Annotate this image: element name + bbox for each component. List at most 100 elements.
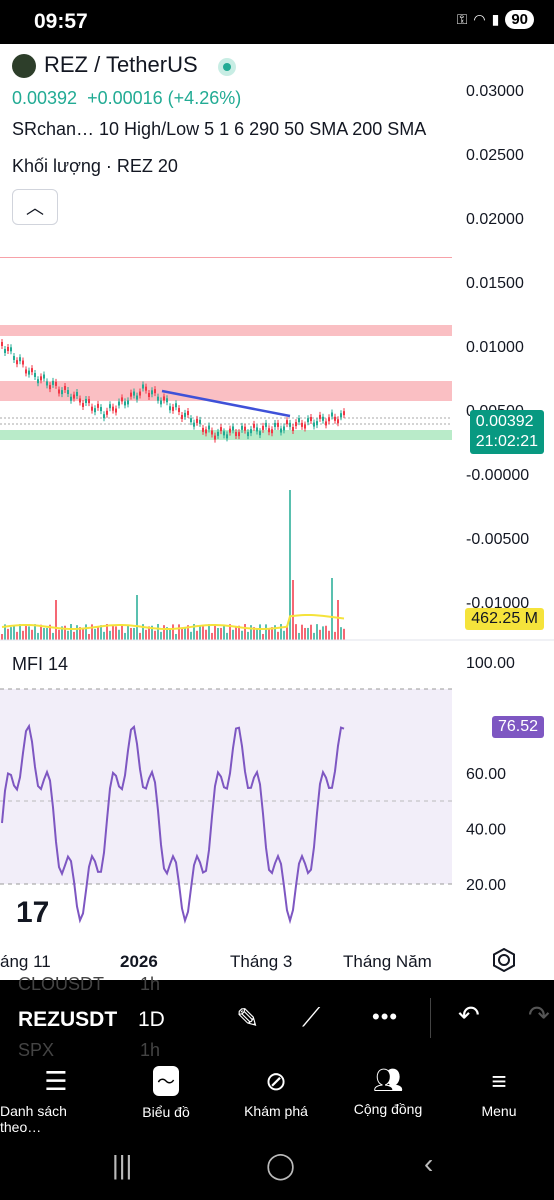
home-icon[interactable]: ◯ <box>266 1150 295 1181</box>
candle-body <box>142 384 144 389</box>
redo-icon[interactable]: ↷ <box>528 1000 550 1031</box>
undo-icon[interactable]: ↶ <box>458 1000 480 1031</box>
candle-body <box>121 397 123 402</box>
volume-bar <box>235 626 237 640</box>
more-icon[interactable]: ••• <box>372 1004 398 1030</box>
nav-watchlist[interactable]: ☰ Danh sách theo… <box>0 1066 112 1135</box>
candle-body <box>154 389 156 394</box>
chart-canvas[interactable]: 0.030000.025000.020000.015000.010000.005… <box>0 44 554 980</box>
mfi-legend[interactable]: MFI 14 <box>12 654 68 675</box>
volume-bar <box>334 631 336 640</box>
time-axis[interactable]: áng 11 2026 Tháng 3 Tháng Năm <box>0 948 554 976</box>
chart-toolbar: CLOUSDT 1h REZUSDT 1D SPX 1h ✎ ⟋ ••• ↶ ↷ <box>0 974 554 1060</box>
settings-icon[interactable] <box>492 947 516 977</box>
volume-bar <box>130 627 132 640</box>
candle-body <box>13 355 15 360</box>
volume-bar <box>337 600 339 640</box>
candle-body <box>334 416 336 421</box>
volume-legend[interactable]: Khối lượng · REZ 20 <box>12 156 178 177</box>
price-axis-label: 0.01000 <box>466 339 524 356</box>
candle-body <box>22 360 24 365</box>
nav-menu[interactable]: ≡ Menu <box>460 1066 538 1119</box>
candle-body <box>61 390 63 395</box>
watchlist-ghost-interval-2: 1h <box>140 1040 161 1060</box>
candle-body <box>4 348 6 353</box>
candle-body <box>118 401 120 406</box>
symbol-button[interactable]: REZUSDT <box>18 1008 117 1032</box>
volume-bar <box>112 625 114 640</box>
volume-bar <box>331 578 333 640</box>
interval-button[interactable]: 1D <box>138 1008 165 1032</box>
recents-icon[interactable]: ||| <box>112 1150 132 1181</box>
candle-body <box>337 419 339 424</box>
candle-body <box>166 398 168 403</box>
candle-body <box>190 418 192 423</box>
candle-body <box>322 416 324 421</box>
candle-body <box>43 374 45 379</box>
candle-body <box>241 425 243 430</box>
volume-bar <box>181 628 183 640</box>
candle-body <box>91 406 93 411</box>
back-icon[interactable]: ‹ <box>424 1148 433 1180</box>
volume-bar <box>46 627 48 640</box>
volume-bar <box>217 627 219 640</box>
candle-body <box>214 435 216 440</box>
volume-bar <box>214 624 216 640</box>
candle-body <box>328 417 330 422</box>
price-axis[interactable]: 0.030000.025000.020000.015000.010000.005… <box>466 83 529 612</box>
candle-body <box>55 381 57 386</box>
volume-bar <box>310 624 312 640</box>
time-label-4: Tháng Năm <box>343 952 432 971</box>
candle-body <box>103 414 105 419</box>
volume-bar <box>307 627 309 640</box>
volume-bar <box>76 625 78 640</box>
status-icons: ⚿ ◠ ▮ 90 <box>457 10 534 29</box>
volume-bar <box>259 624 261 640</box>
candle-body <box>109 404 111 409</box>
status-bar: 09:57 ⚿ ◠ ▮ 90 <box>0 0 554 44</box>
volume-bar <box>82 628 84 640</box>
volume-bar <box>73 631 75 640</box>
price-change: +0.00016 (+4.26%) <box>87 88 242 108</box>
collapse-legend-button[interactable]: ︿ <box>12 189 58 225</box>
volume-bar <box>22 630 24 640</box>
volume-bar <box>313 632 315 640</box>
watchlist-ghost-symbol: CLOUSDT <box>18 974 105 994</box>
nav-explore[interactable]: ⊘ Khám phá <box>232 1066 320 1119</box>
candle-body <box>193 422 195 427</box>
drawing-tools-icon[interactable]: ⟋ <box>302 1002 320 1034</box>
candle-body <box>259 431 261 436</box>
volume-bar <box>241 630 243 640</box>
indicator-legend[interactable]: SRchan… 10 High/Low 5 1 6 290 50 SMA 200… <box>12 119 452 140</box>
candle-body <box>1 342 3 346</box>
chart-area[interactable]: 0.030000.025000.020000.015000.010000.005… <box>0 44 554 980</box>
candle-body <box>208 425 210 430</box>
candle-body <box>52 380 54 385</box>
candle-body <box>316 421 318 426</box>
volume-bar <box>268 628 270 640</box>
price-axis-label: 0.02000 <box>466 211 524 228</box>
price-axis-label: -0.00500 <box>466 531 529 548</box>
candle-body <box>253 423 255 428</box>
volume-bar <box>19 624 21 640</box>
rez-logo <box>12 54 36 78</box>
mfi-axis-label: 60.00 <box>466 766 506 783</box>
volume-bar <box>208 624 210 640</box>
volume-bar <box>25 625 27 640</box>
volume-bar <box>295 624 297 640</box>
mfi-axis[interactable]: 100.00 60.00 40.00 20.00 <box>466 655 515 894</box>
volume-bar <box>178 624 180 640</box>
status-time: 09:57 <box>34 10 88 33</box>
candle-body <box>205 429 207 434</box>
volume-bar <box>328 630 330 640</box>
nav-community[interactable]: 👥︎ Cộng đồng <box>340 1066 436 1117</box>
symbol-title[interactable]: REZ / TetherUS <box>44 52 198 78</box>
nav-chart-label: Biểu đồ <box>142 1104 190 1120</box>
candle-body <box>232 426 234 431</box>
pencil-icon[interactable]: ✎ <box>236 1002 259 1035</box>
candle-body <box>25 369 27 374</box>
volume-bar <box>103 631 105 640</box>
volume-bar <box>277 631 279 640</box>
resistance-zone <box>0 325 452 336</box>
nav-chart[interactable]: 〜 Biểu đồ <box>122 1066 210 1120</box>
